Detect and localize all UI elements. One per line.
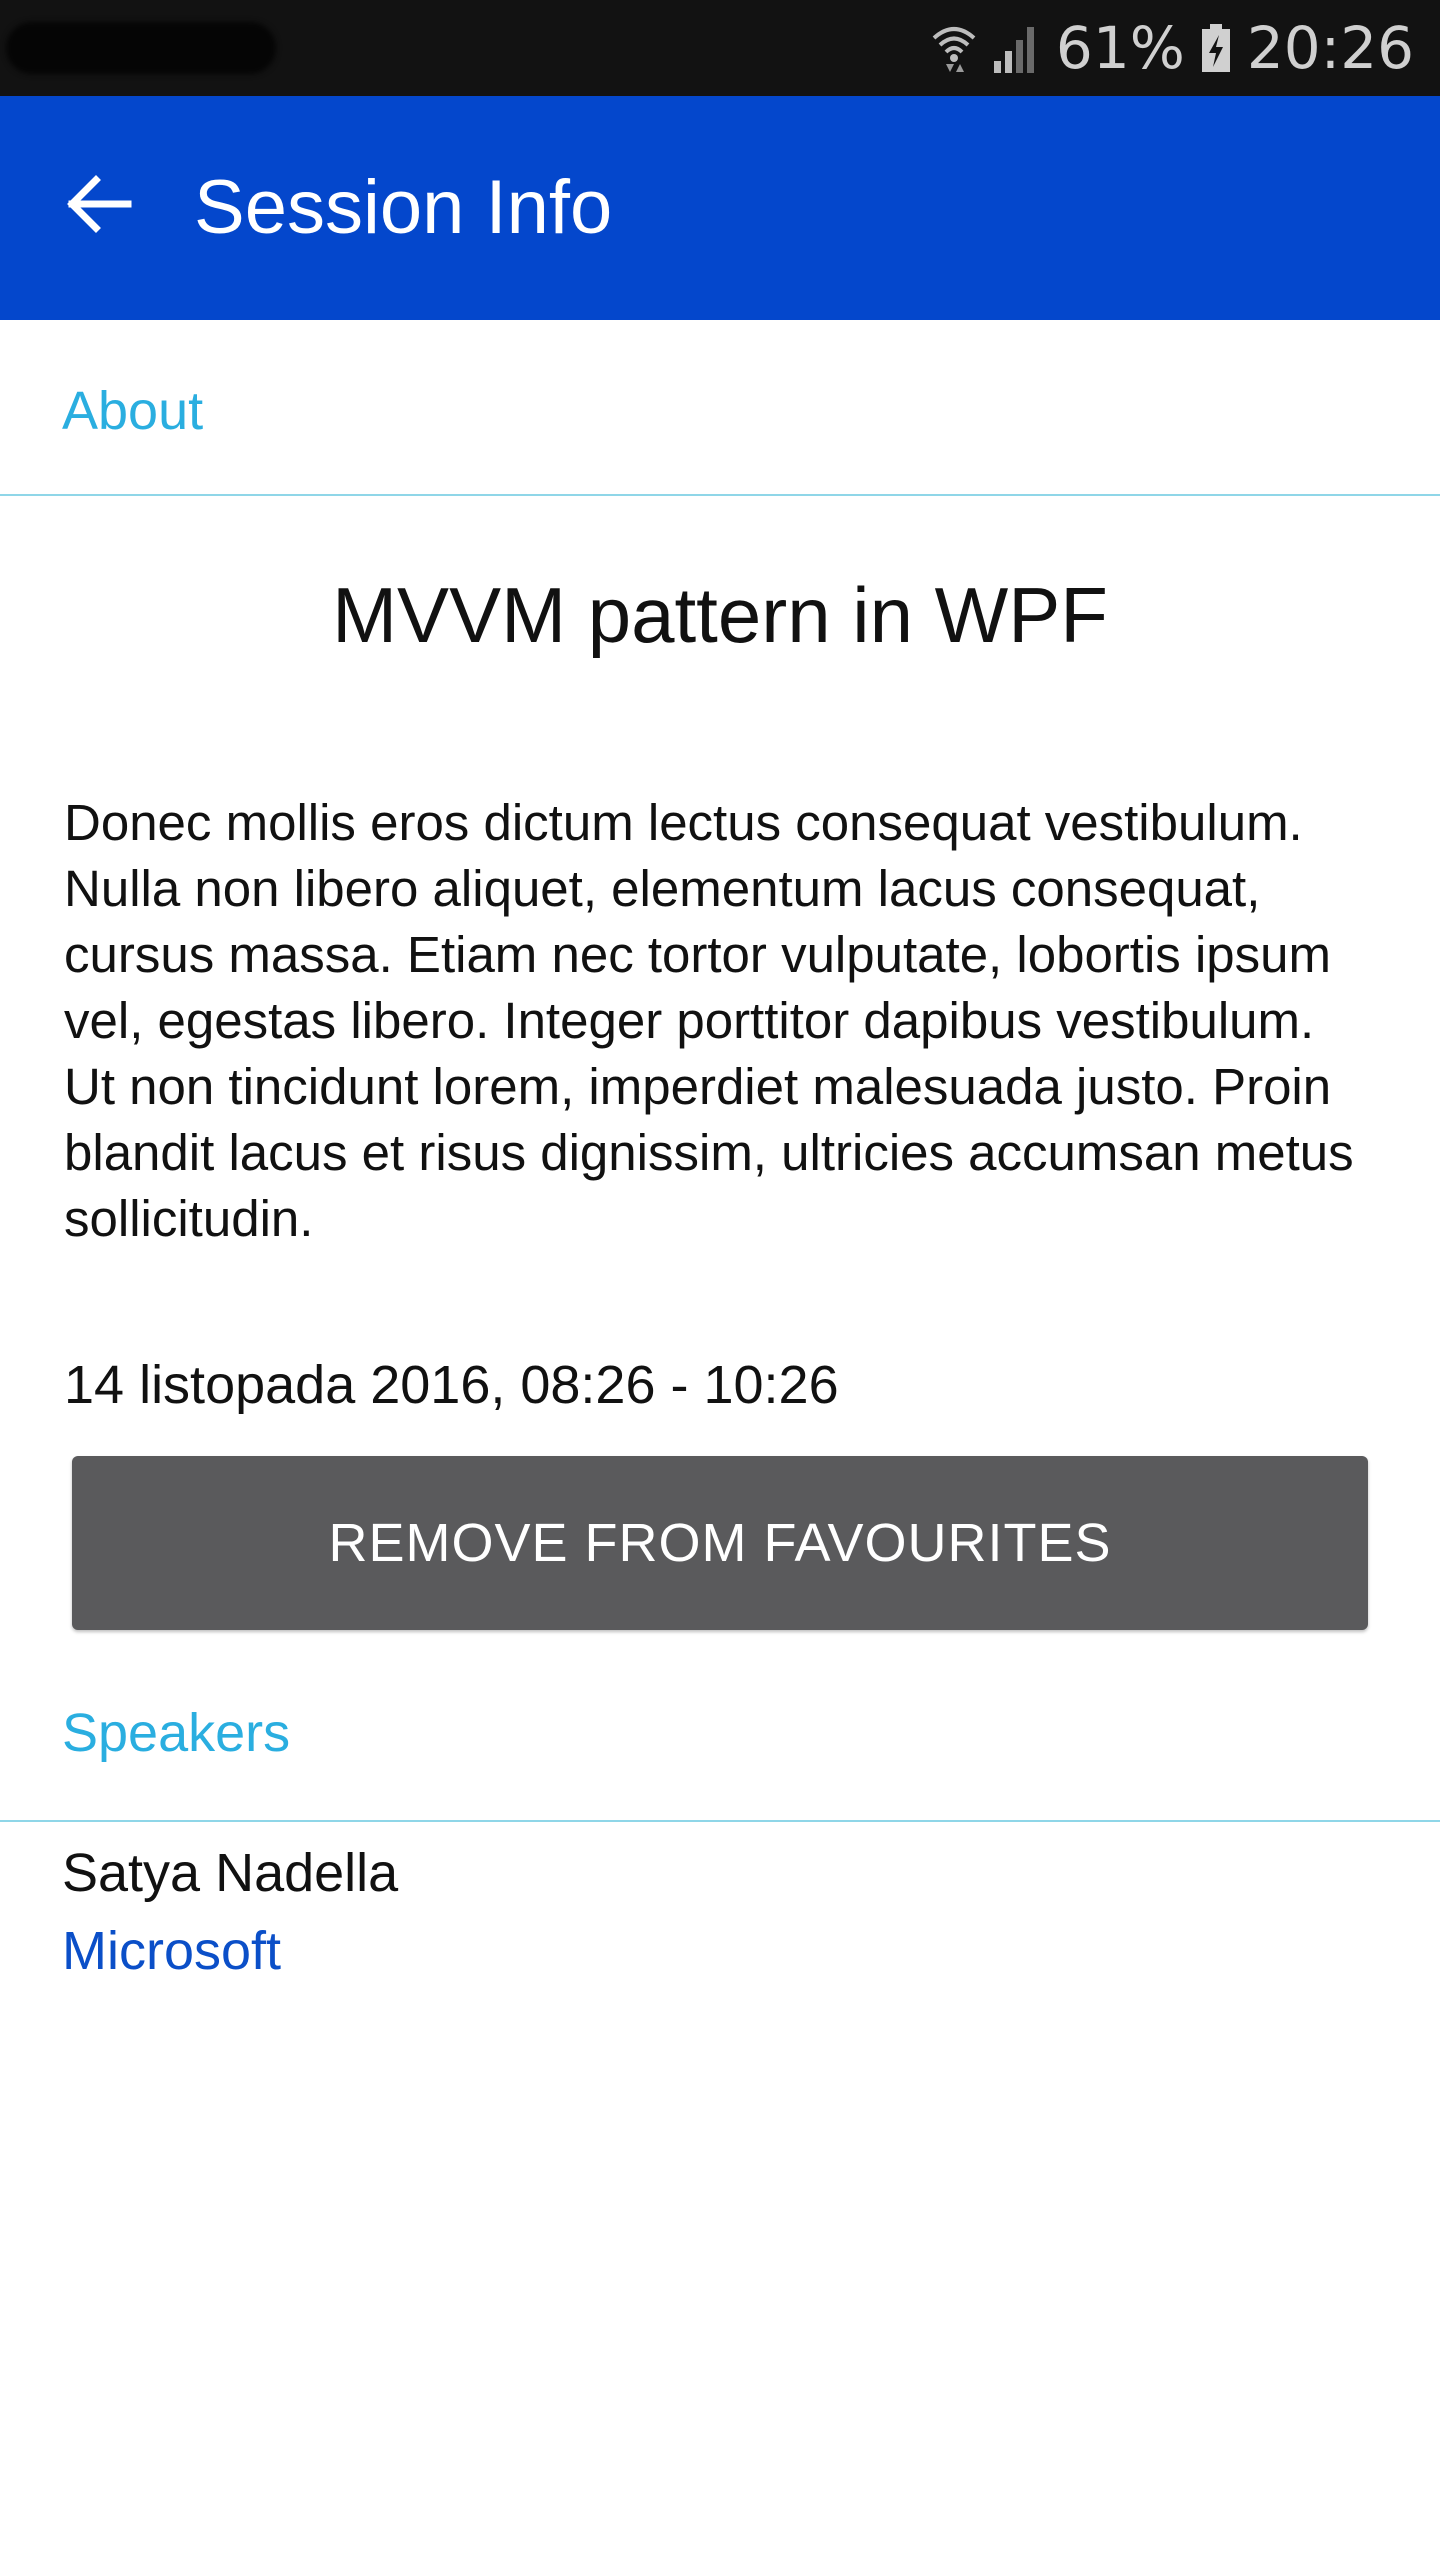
speakers-header-label: Speakers [62, 1703, 291, 1763]
speakers-section-header: Speakers [0, 1644, 1440, 1822]
status-indicators: 61% 20:26 [932, 0, 1414, 96]
app-bar: Session Info [0, 96, 1440, 320]
wifi-icon [932, 22, 976, 74]
about-header-label: About [62, 381, 204, 441]
arrow-left-icon [64, 174, 132, 239]
session-title: MVVM pattern in WPF [332, 571, 1108, 659]
battery-charging-icon [1201, 23, 1231, 73]
session-datetime: 14 listopada 2016, 08:26 - 10:26 [64, 1355, 839, 1415]
speaker-company-link[interactable]: Microsoft [62, 1920, 281, 1982]
about-section-header: About [0, 320, 1440, 496]
back-button[interactable] [48, 156, 148, 256]
remove-from-favourites-button[interactable]: REMOVE FROM FAVOURITES [72, 1456, 1368, 1630]
redacted-notification-area [6, 22, 276, 74]
speaker-name[interactable]: Satya Nadella [62, 1842, 398, 1904]
signal-icon [992, 23, 1040, 73]
page-title: Session Info [194, 165, 613, 250]
clock: 20:26 [1246, 14, 1414, 82]
session-description: Donec mollis eros dictum lectus consequa… [64, 794, 1354, 1247]
status-bar: 61% 20:26 [0, 0, 1440, 96]
battery-percent: 61% [1055, 14, 1185, 82]
